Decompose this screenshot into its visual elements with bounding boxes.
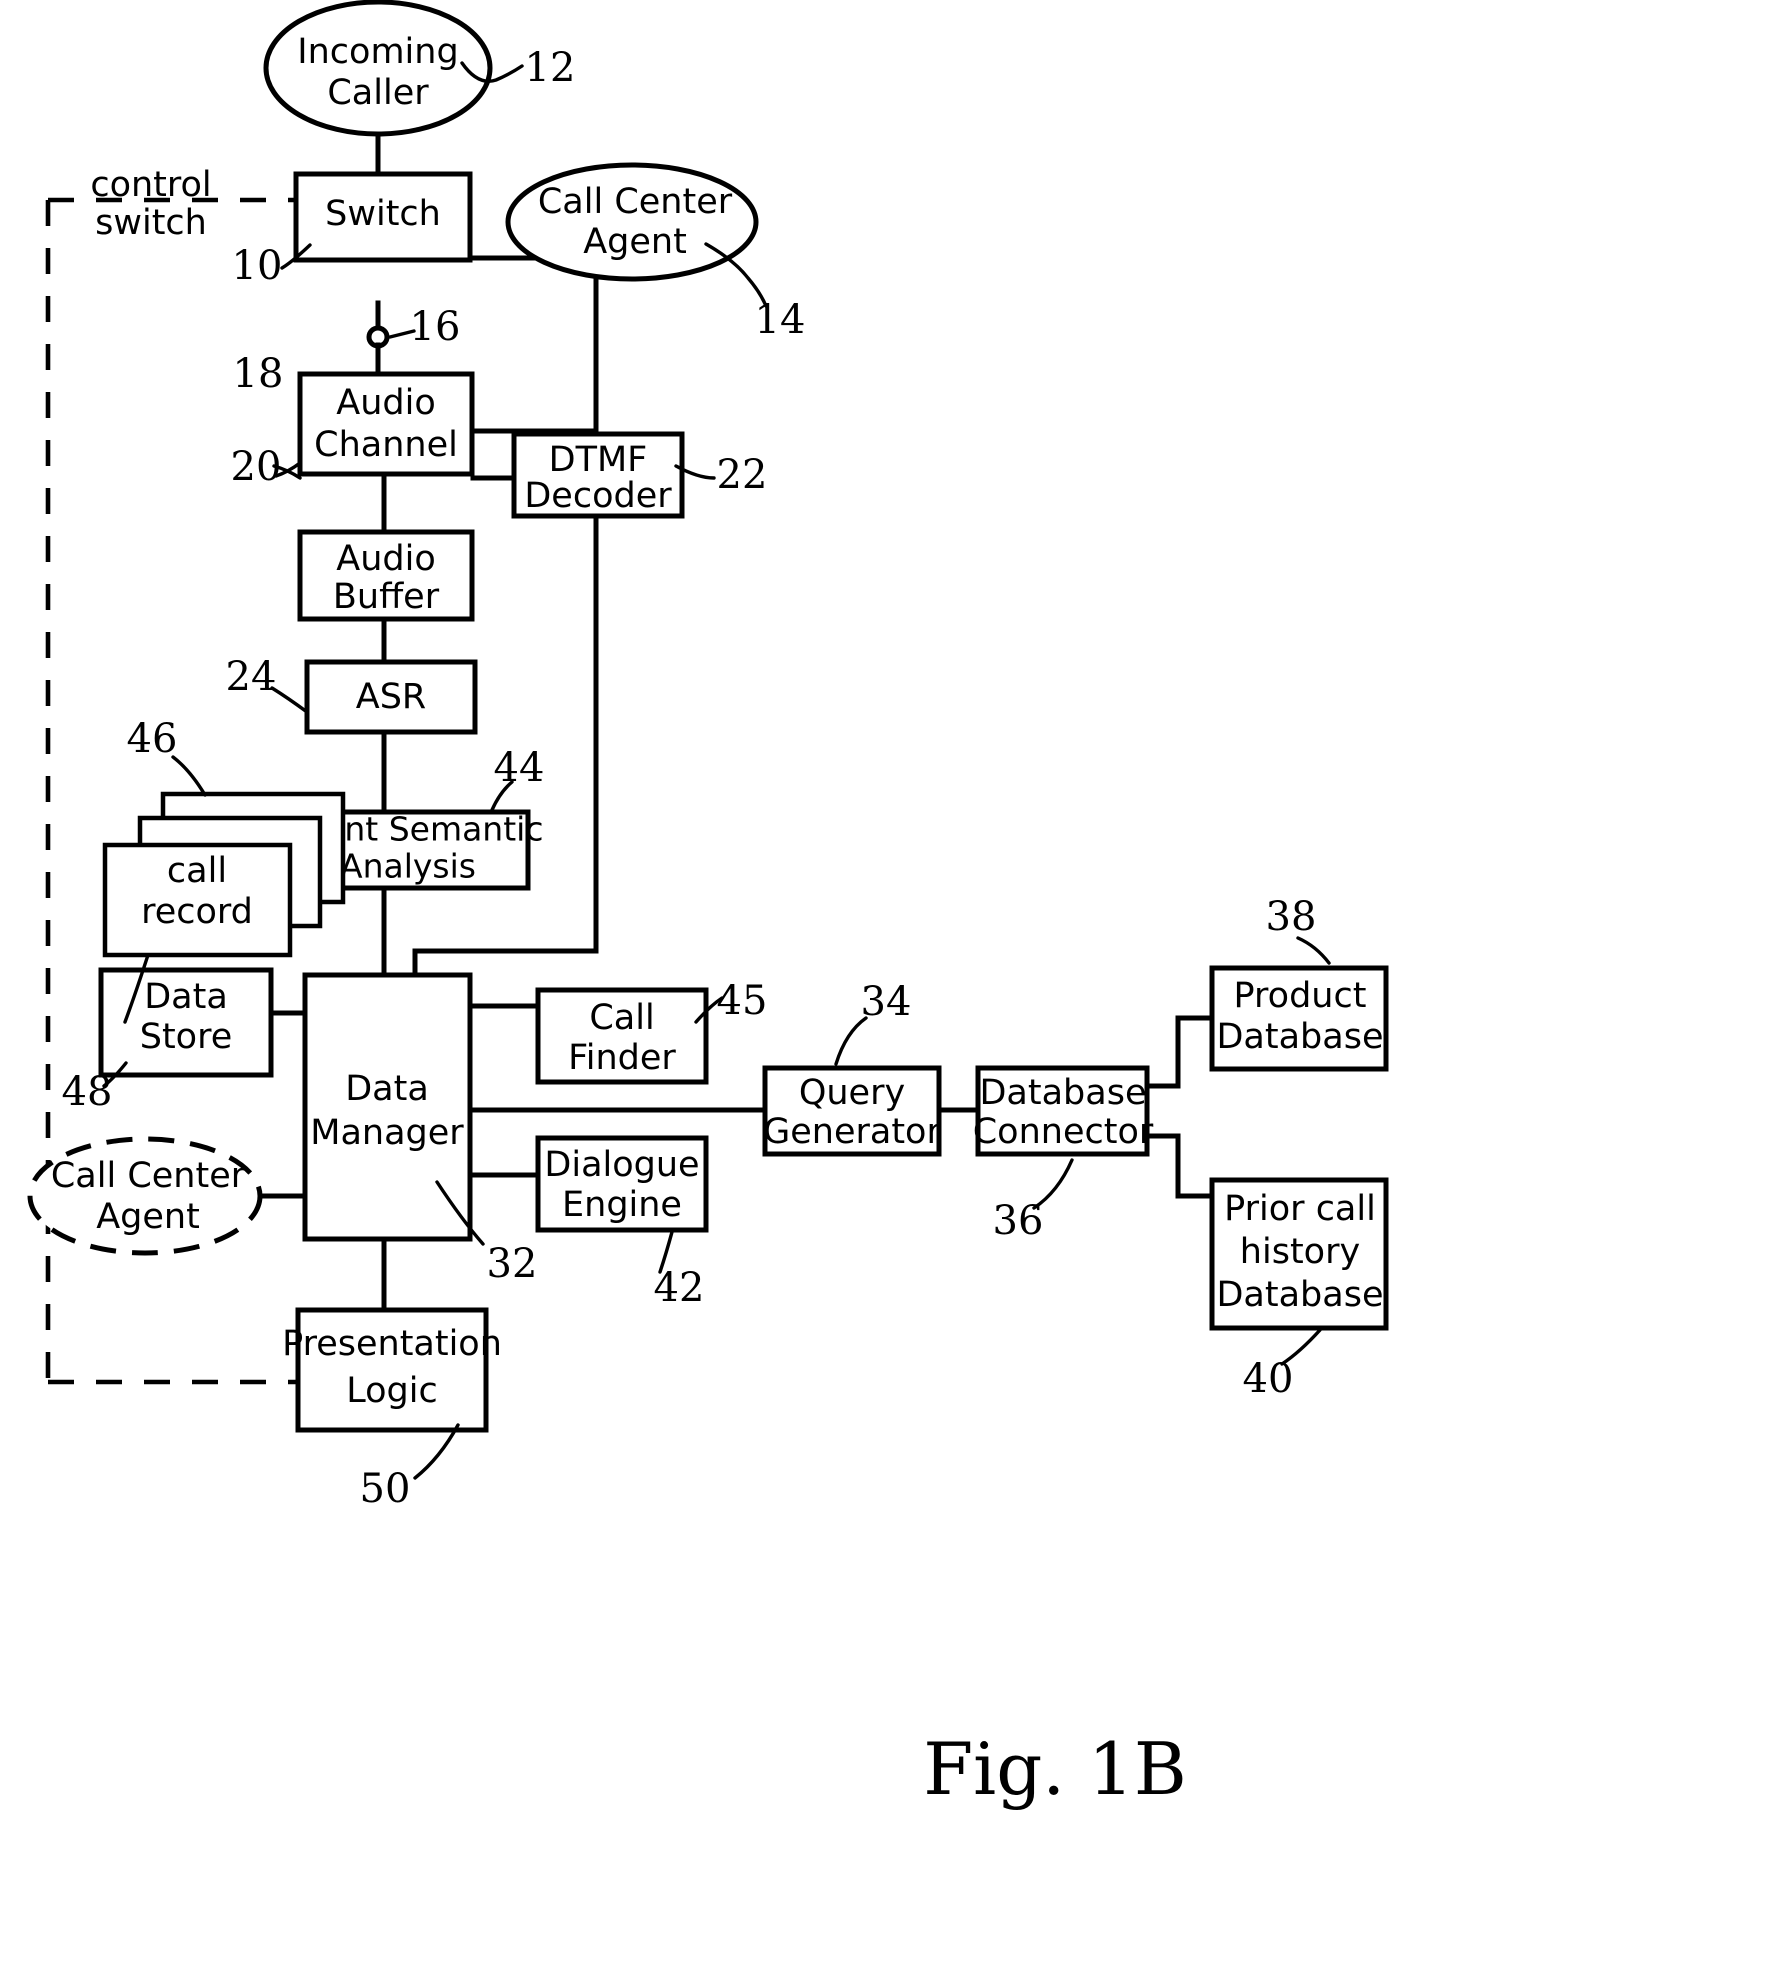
ref-number-45: 45 [717,978,768,1024]
ref-number-48: 48 [62,1069,113,1115]
wire-dbconnector-to-priorcalldb [1144,1133,1215,1199]
query-generator-label-line2: Generator [763,1112,941,1152]
prior-call-db-label-line1: Prior call [1224,1189,1376,1229]
data-manager-label-line2: Manager [310,1113,464,1153]
leader-line-24 [270,686,309,714]
asr-label: ASR [356,677,426,717]
prior-call-db-label-line2: history [1240,1232,1360,1272]
call-center-agent-top-label-line1: Call Center [538,182,733,222]
wire-dbconnector-to-productdb [1144,1015,1215,1089]
product-database-label-line2: Database [1216,1017,1383,1057]
database-connector-label-line2: Connector [973,1112,1154,1152]
ref-number-12: 12 [525,45,576,91]
data-store-label-line2: Store [140,1017,233,1057]
node-product-database[interactable]: Product Database 38 [1209,894,1389,1072]
node-switch[interactable]: Switch 10 [232,171,473,289]
node-data-store[interactable]: Data Store 48 [62,953,274,1115]
ref-number-24: 24 [226,654,277,700]
prior-call-db-label-line3: Database [1216,1275,1383,1315]
call-center-agent-bottom-label-line2: Agent [96,1197,200,1237]
node-call-finder[interactable]: Call Finder 45 [535,978,768,1085]
dtmf-decoder-label-line1: DTMF [549,440,648,480]
ref-number-32: 32 [487,1241,538,1287]
ref-number-40: 40 [1243,1356,1294,1402]
node-presentation-logic[interactable]: Presentation Logic 50 [282,1307,502,1512]
ref-number-10: 10 [232,243,283,289]
dialogue-engine-label-line2: Engine [562,1185,682,1225]
dtmf-decoder-label-line2: Decoder [524,476,672,516]
call-finder-label-line1: Call [589,998,654,1038]
ref-number-20: 20 [231,444,282,490]
ref-number-44: 44 [494,745,545,791]
leader-line-46 [171,755,207,797]
patent-figure-1b: Incoming Caller 12 Switch 10 Call Center… [0,0,1788,1968]
ref-number-42: 42 [654,1265,705,1311]
call-record-label-line2: record [141,892,253,932]
boundary-label-line1: control [90,165,211,205]
audio-channel-label-line1: Audio [336,383,435,423]
presentation-logic-label-line1: Presentation [282,1324,502,1364]
ref-number-36: 36 [993,1198,1044,1244]
switch-label: Switch [325,194,441,234]
leader-line-50 [413,1423,460,1480]
incoming-caller-label-line2: Caller [327,73,429,113]
node-asr[interactable]: ASR 24 [226,654,478,735]
figure-caption: Fig. 1B [923,1727,1187,1811]
call-center-agent-top-label-line2: Agent [583,222,687,262]
node-prior-call-history-database[interactable]: Prior call history Database 40 [1209,1177,1389,1402]
presentation-logic-label-line2: Logic [346,1371,437,1411]
query-generator-label-line1: Query [799,1073,905,1113]
tap-point-16: 16 [410,304,461,350]
node-data-manager[interactable]: Data Manager 32 [302,972,538,1287]
audio-channel-label-line2: Channel [314,425,458,465]
ref-number-50: 50 [360,1466,411,1512]
node-query-generator[interactable]: Query Generator 34 [762,979,942,1157]
boundary-label-line2: switch [95,203,207,243]
ref-number-22: 22 [717,452,768,498]
call-center-agent-bottom-label-line1: Call Center [51,1156,246,1196]
database-connector-label-line1: Database [979,1073,1146,1113]
ref-number-46: 46 [127,716,178,762]
audio-buffer-label-line2: Buffer [333,577,440,617]
leader-line-38 [1296,936,1331,965]
ref-number-16: 16 [410,304,461,350]
data-store-label-line1: Data [144,977,228,1017]
diagram-canvas: Incoming Caller 12 Switch 10 Call Center… [27,0,1389,1811]
node-dtmf-decoder[interactable]: DTMF Decoder 22 [511,431,768,519]
ref-number-14: 14 [755,297,806,343]
call-finder-label-line2: Finder [568,1038,676,1078]
incoming-caller-label-line1: Incoming [297,32,458,72]
node-dialogue-engine[interactable]: Dialogue Engine 42 [535,1135,709,1311]
dialogue-engine-label-line1: Dialogue [544,1145,699,1185]
call-record-label-line1: call [167,851,227,891]
node-incoming-caller[interactable]: Incoming Caller 12 [263,0,576,137]
lsa-label-line2: Analysis [340,847,476,886]
audio-buffer-label-line1: Audio [336,539,435,579]
product-database-label-line1: Product [1234,976,1367,1016]
ref-number-18: 18 [233,351,284,397]
node-call-center-agent-top[interactable]: Call Center Agent 14 [505,162,806,343]
ref-number-34: 34 [861,979,912,1025]
node-call-record-stack[interactable]: call record 46 [102,716,346,958]
data-manager-label-line1: Data [345,1069,429,1109]
boundary-label-group: control switch [90,165,211,243]
ref-number-38: 38 [1266,894,1317,940]
node-database-connector[interactable]: Database Connector 36 [973,1065,1154,1244]
node-call-center-agent-bottom[interactable]: Call Center Agent [27,1136,263,1256]
